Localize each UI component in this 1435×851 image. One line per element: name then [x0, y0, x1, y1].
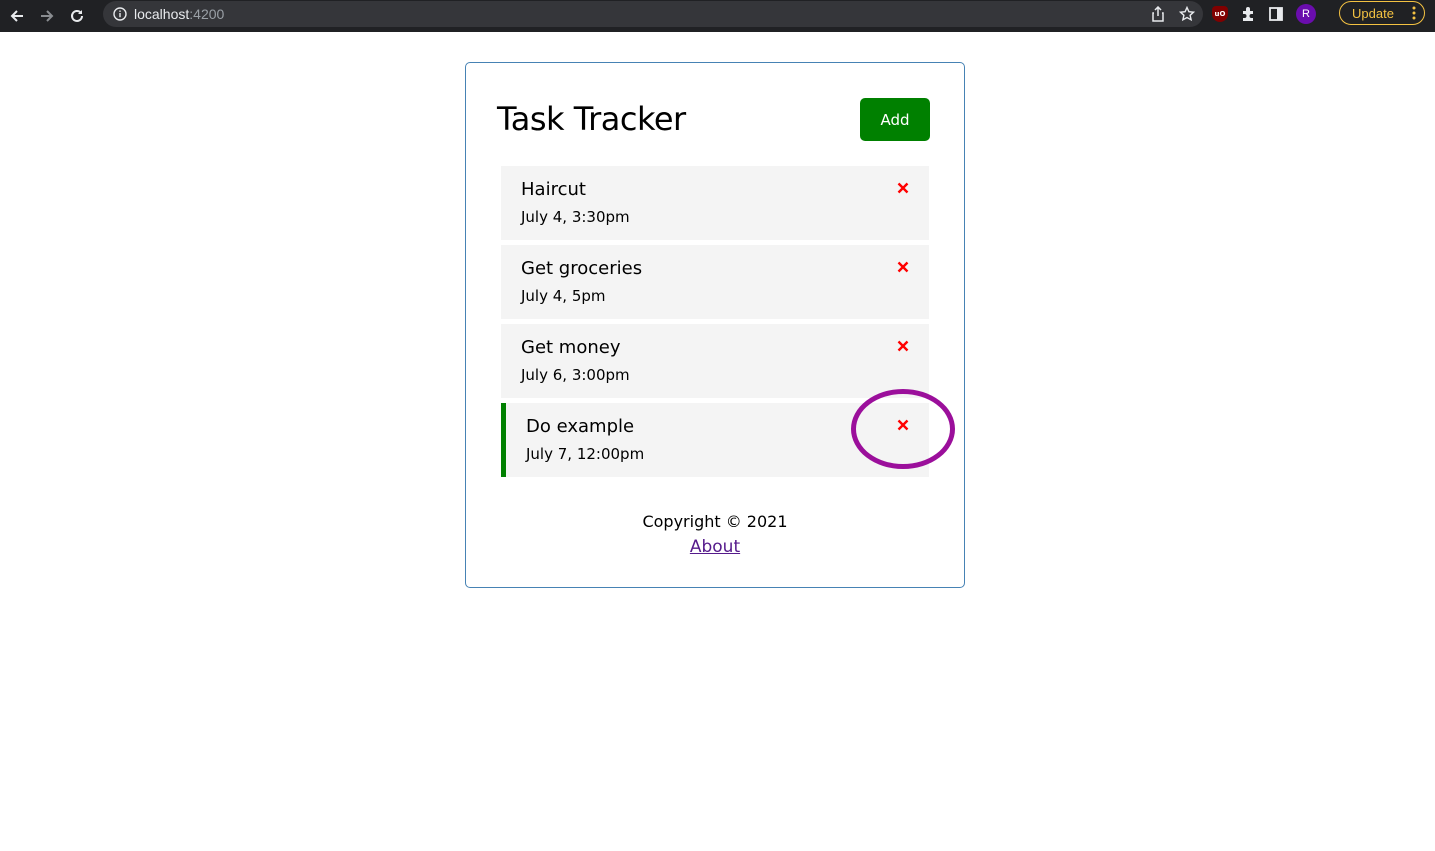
task-title: Get groceries [521, 258, 643, 279]
task-item[interactable]: Haircut July 4, 3:30pm [501, 166, 929, 240]
task-date: July 7, 12:00pm [526, 445, 645, 463]
puzzle-extensions-icon[interactable] [1240, 6, 1256, 22]
delete-task-button[interactable] [896, 339, 910, 353]
copyright-text: Copyright © 2021 [642, 512, 788, 531]
star-bookmark-icon[interactable] [1179, 6, 1195, 22]
task-date: July 4, 5pm [521, 287, 606, 305]
close-icon [897, 261, 909, 273]
ublock-badge-text: uO [1214, 10, 1226, 18]
back-button[interactable] [4, 3, 30, 29]
task-list: Haircut July 4, 3:30pm Get groceries Jul… [501, 166, 929, 482]
browser-toolbar: localhost:4200 uO R Update [0, 0, 1435, 32]
info-icon[interactable] [113, 7, 127, 21]
delete-task-button[interactable] [896, 181, 910, 195]
close-icon [897, 419, 909, 431]
task-date: July 6, 3:00pm [521, 366, 630, 384]
header: Task Tracker Add [497, 98, 930, 142]
extensions-area: uO R [1212, 0, 1316, 28]
reload-button[interactable] [64, 3, 90, 29]
url-port: :4200 [189, 6, 225, 22]
profile-avatar[interactable]: R [1296, 4, 1316, 24]
page-title: Task Tracker [497, 100, 686, 138]
close-icon [897, 182, 909, 194]
task-title: Haircut [521, 179, 586, 200]
delete-task-button[interactable] [896, 260, 910, 274]
more-menu-icon[interactable] [1412, 6, 1416, 20]
arrow-right-icon [41, 10, 54, 22]
delete-task-button[interactable] [896, 418, 910, 432]
task-tracker-container: Task Tracker Add Haircut July 4, 3:30pm … [465, 62, 965, 588]
add-button[interactable]: Add [860, 98, 930, 141]
task-title: Get money [521, 337, 621, 358]
footer: Copyright © 2021 About [466, 510, 964, 560]
task-item[interactable]: Get money July 6, 3:00pm [501, 324, 929, 398]
forward-button[interactable] [34, 3, 60, 29]
ublock-extension-icon[interactable]: uO [1212, 6, 1228, 22]
url-text: localhost:4200 [134, 6, 224, 22]
address-bar[interactable]: localhost:4200 [103, 1, 1203, 27]
arrow-left-icon [10, 10, 23, 22]
task-title: Do example [526, 416, 635, 437]
close-icon [897, 340, 909, 352]
update-button[interactable]: Update [1339, 1, 1425, 25]
profile-initial: R [1302, 8, 1310, 20]
share-icon[interactable] [1151, 6, 1165, 22]
task-item-reminder[interactable]: Do example July 7, 12:00pm [501, 403, 929, 477]
url-host: localhost [134, 6, 190, 22]
task-item[interactable]: Get groceries July 4, 5pm [501, 245, 929, 319]
reload-icon [71, 9, 83, 22]
about-link[interactable]: About [466, 534, 964, 560]
side-panel-icon[interactable] [1268, 6, 1284, 22]
update-label: Update [1352, 5, 1394, 21]
task-date: July 4, 3:30pm [521, 208, 630, 226]
